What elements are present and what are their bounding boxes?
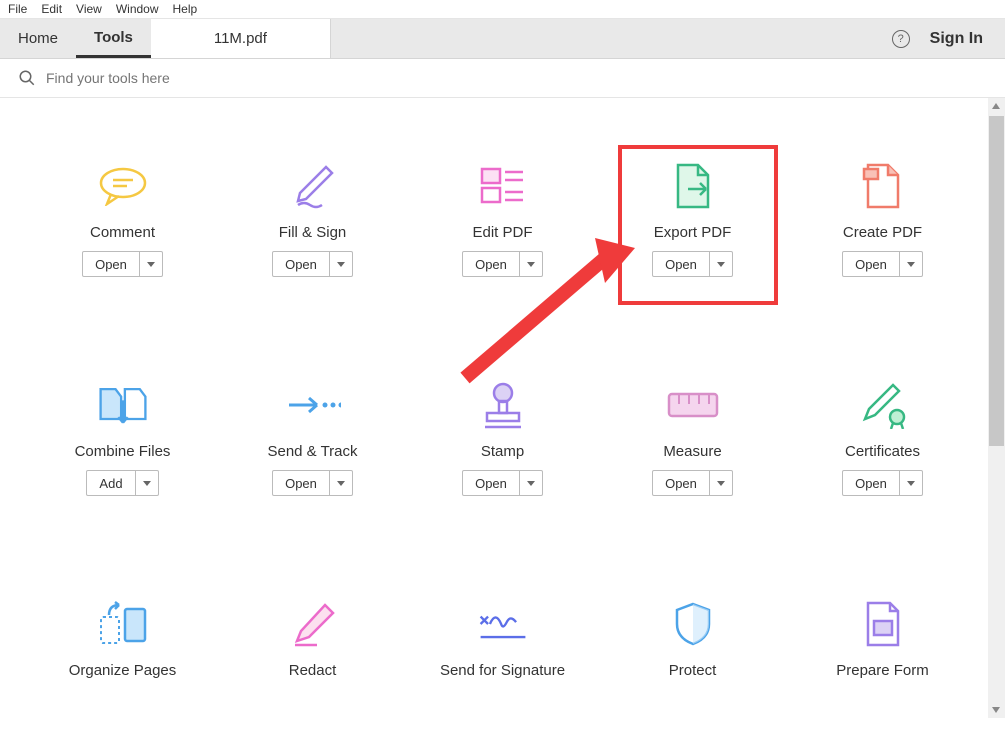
scroll-down-arrow-icon[interactable] — [992, 707, 1000, 713]
tool-label: Redact — [289, 662, 337, 679]
tool-action-button[interactable]: Open — [272, 470, 353, 496]
tool-label: Comment — [90, 224, 155, 241]
organize-icon — [95, 596, 151, 652]
tool-label: Fill & Sign — [279, 224, 347, 241]
tool-action-button[interactable]: Add — [86, 470, 158, 496]
tool-label: Combine Files — [75, 443, 171, 460]
tool-label: Certificates — [845, 443, 920, 460]
tool-protect[interactable]: Protect — [598, 596, 788, 679]
tool-action-button[interactable]: Open — [842, 251, 923, 277]
certificate-icon — [855, 377, 911, 433]
tool-label: Stamp — [481, 443, 524, 460]
tool-organize-pages[interactable]: Organize Pages — [28, 596, 218, 679]
tool-edit-pdf[interactable]: Edit PDF Open — [408, 158, 598, 277]
tool-label: Send for Signature — [440, 662, 565, 679]
pen-icon — [285, 158, 341, 214]
edit-icon — [475, 158, 531, 214]
send-icon — [285, 377, 341, 433]
tab-tools[interactable]: Tools — [76, 19, 151, 58]
create-icon — [855, 158, 911, 214]
search-input[interactable] — [46, 70, 987, 86]
chevron-down-icon[interactable] — [520, 471, 542, 495]
tool-combine-files[interactable]: Combine Files Add — [28, 377, 218, 496]
tool-action-button[interactable]: Open — [82, 251, 163, 277]
export-icon — [665, 158, 721, 214]
signature-icon — [475, 596, 531, 652]
form-icon — [855, 596, 911, 652]
chevron-down-icon[interactable] — [710, 471, 732, 495]
tab-home[interactable]: Home — [0, 19, 76, 58]
sign-in-button[interactable]: Sign In — [930, 30, 983, 48]
vertical-scrollbar[interactable] — [988, 98, 1005, 718]
tool-label: Organize Pages — [69, 662, 177, 679]
tool-certificates[interactable]: Certificates Open — [788, 377, 978, 496]
tool-prepare-form[interactable]: Prepare Form — [788, 596, 978, 679]
chevron-down-icon[interactable] — [710, 252, 732, 276]
menu-edit[interactable]: Edit — [41, 2, 62, 16]
chevron-down-icon[interactable] — [330, 252, 352, 276]
tool-comment[interactable]: Comment Open — [28, 158, 218, 277]
search-icon — [18, 69, 36, 87]
tool-fill-sign[interactable]: Fill & Sign Open — [218, 158, 408, 277]
shield-icon — [665, 596, 721, 652]
tool-stamp[interactable]: Stamp Open — [408, 377, 598, 496]
tool-label: Send & Track — [267, 443, 357, 460]
tool-redact[interactable]: Redact — [218, 596, 408, 679]
tool-create-pdf[interactable]: Create PDF Open — [788, 158, 978, 277]
scroll-up-arrow-icon[interactable] — [992, 103, 1000, 109]
tool-label: Protect — [669, 662, 717, 679]
comment-icon — [95, 158, 151, 214]
menu-bar: File Edit View Window Help — [0, 0, 1005, 19]
tool-measure[interactable]: Measure Open — [598, 377, 788, 496]
stamp-icon — [475, 377, 531, 433]
tool-action-button[interactable]: Open — [652, 470, 733, 496]
tools-grid: Comment Open Fill & Sign Open Edit PDF O… — [0, 158, 1005, 679]
tool-action-button[interactable]: Open — [842, 470, 923, 496]
help-icon[interactable]: ? — [892, 30, 910, 48]
search-bar — [0, 59, 1005, 98]
chevron-down-icon[interactable] — [330, 471, 352, 495]
menu-file[interactable]: File — [8, 2, 27, 16]
tool-label: Measure — [663, 443, 721, 460]
menu-window[interactable]: Window — [116, 2, 159, 16]
tool-label: Edit PDF — [472, 224, 532, 241]
tool-label: Export PDF — [654, 224, 732, 241]
combine-icon — [95, 377, 151, 433]
tool-action-button[interactable]: Open — [272, 251, 353, 277]
chevron-down-icon[interactable] — [136, 471, 158, 495]
chevron-down-icon[interactable] — [140, 252, 162, 276]
chevron-down-icon[interactable] — [900, 252, 922, 276]
tools-workspace: Comment Open Fill & Sign Open Edit PDF O… — [0, 98, 1005, 718]
tool-action-button[interactable]: Open — [652, 251, 733, 277]
redact-icon — [285, 596, 341, 652]
tool-action-button[interactable]: Open — [462, 470, 543, 496]
tab-bar: Home Tools 11M.pdf ? Sign In — [0, 19, 1005, 59]
chevron-down-icon[interactable] — [520, 252, 542, 276]
tool-send-track[interactable]: Send & Track Open — [218, 377, 408, 496]
tool-send-signature[interactable]: Send for Signature — [408, 596, 598, 679]
tab-document[interactable]: 11M.pdf — [151, 19, 331, 58]
tool-export-pdf[interactable]: Export PDF Open — [598, 158, 788, 277]
scrollbar-thumb[interactable] — [989, 116, 1004, 446]
chevron-down-icon[interactable] — [900, 471, 922, 495]
tool-action-button[interactable]: Open — [462, 251, 543, 277]
tool-label: Create PDF — [843, 224, 922, 241]
menu-view[interactable]: View — [76, 2, 102, 16]
tool-label: Prepare Form — [836, 662, 929, 679]
menu-help[interactable]: Help — [173, 2, 198, 16]
measure-icon — [665, 377, 721, 433]
